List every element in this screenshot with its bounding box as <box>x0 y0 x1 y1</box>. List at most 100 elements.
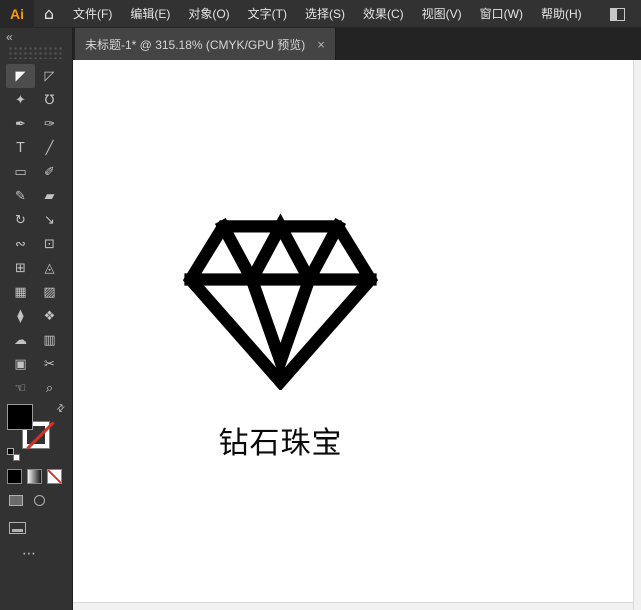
workspace-switcher-icon[interactable] <box>610 8 625 21</box>
line-segment-tool[interactable]: ╱ <box>35 136 64 160</box>
canvas-area[interactable]: 钻石珠宝 <box>73 60 633 602</box>
lasso-tool-icon: ℧ <box>44 92 55 108</box>
diamond-crown-facets <box>214 213 347 293</box>
mesh-tool[interactable]: ▦ <box>6 280 35 304</box>
slice-tool-icon: ✂ <box>44 356 55 372</box>
swap-fill-stroke-icon[interactable]: ⇄ <box>54 402 68 416</box>
magic-wand-tool[interactable]: ✦ <box>6 88 35 112</box>
gradient-tool-icon: ▨ <box>43 284 56 300</box>
color-button[interactable] <box>7 469 22 484</box>
illustrator-window: Ai ⌂ 文件(F) 编辑(E) 对象(O) 文字(T) 选择(S) 效果(C) 视图(V)… <box>0 0 641 610</box>
symbol-sprayer-tool-icon: ☁ <box>14 332 27 348</box>
pen-tool-icon: ✒ <box>15 116 26 132</box>
selection-tool[interactable]: ◤ <box>6 64 35 88</box>
line-segment-tool-icon: ╱ <box>45 140 54 156</box>
shaper-tool-icon: ✎ <box>15 188 26 204</box>
home-icon: ⌂ <box>43 4 55 23</box>
gradient-tool[interactable]: ▨ <box>35 280 64 304</box>
document-tab-label: 未标题-1* @ 315.18% (CMYK/GPU 预览) <box>85 37 306 52</box>
default-fill-icon <box>7 448 14 455</box>
tools-panel: « ◤ ◸ ✦ ℧ ✒ ✑ T ╱ ▭ ✐ ✎ ▰ ↻ ↘ ∾ ⊡ ⊞ ◬ ▦ ▨ ⧫ ❖ ☁ ▥ ▣ ✂ ☜ ⌕ ⇄ ⋯ <box>0 28 73 610</box>
home-button[interactable]: ⌂ <box>34 0 64 28</box>
scale-tool[interactable]: ↘ <box>35 208 64 232</box>
slice-tool[interactable]: ✂ <box>35 352 64 376</box>
collapse-panel-icon[interactable]: « <box>6 30 13 44</box>
paintbrush-tool-icon: ✐ <box>44 164 55 180</box>
change-screen-mode-button[interactable] <box>9 522 26 534</box>
magic-wand-tool-icon: ✦ <box>15 92 26 108</box>
rectangle-tool[interactable]: ▭ <box>6 160 35 184</box>
type-tool-icon: T <box>16 140 25 156</box>
diamond-logo-graphic[interactable] <box>178 210 383 390</box>
tab-close-icon[interactable]: × <box>317 38 325 51</box>
draw-normal-mode-icon[interactable] <box>9 495 23 506</box>
column-graph-tool[interactable]: ▥ <box>35 328 64 352</box>
shape-builder-tool[interactable]: ⊞ <box>6 256 35 280</box>
eraser-tool[interactable]: ▰ <box>35 184 64 208</box>
document-tabbar: 未标题-1* @ 315.18% (CMYK/GPU 预览) × <box>73 28 641 60</box>
menu-view[interactable]: 视图(V) <box>413 0 471 28</box>
type-tool[interactable]: T <box>6 136 35 160</box>
free-transform-tool[interactable]: ⊡ <box>35 232 64 256</box>
menu-object[interactable]: 对象(O) <box>179 0 238 28</box>
width-tool-icon: ∾ <box>15 236 26 252</box>
eyedropper-tool[interactable]: ⧫ <box>6 304 35 328</box>
menu-effect[interactable]: 效果(C) <box>354 0 413 28</box>
edit-toolbar-ellipsis[interactable]: ⋯ <box>22 546 36 562</box>
selection-tool-icon: ◤ <box>15 68 26 84</box>
none-button[interactable] <box>47 469 62 484</box>
paintbrush-tool[interactable]: ✐ <box>35 160 64 184</box>
color-mode-buttons <box>7 469 62 484</box>
tool-grid: ◤ ◸ ✦ ℧ ✒ ✑ T ╱ ▭ ✐ ✎ ▰ ↻ ↘ ∾ ⊡ ⊞ ◬ ▦ ▨ ⧫ ❖ ☁ ▥ ▣ ✂ ☜ ⌕ <box>6 64 64 400</box>
document-tab[interactable]: 未标题-1* @ 315.18% (CMYK/GPU 预览) × <box>75 28 336 60</box>
diamond-pavilion-facets <box>244 271 317 380</box>
menu-type[interactable]: 文字(T) <box>239 0 296 28</box>
zoom-tool-icon: ⌕ <box>45 380 54 396</box>
artboard-tool-icon: ▣ <box>14 356 27 372</box>
blend-tool-icon: ❖ <box>43 308 56 324</box>
logo-text[interactable]: 钻石珠宝 <box>168 418 393 462</box>
vertical-scrollbar[interactable] <box>633 60 641 610</box>
lasso-tool[interactable]: ℧ <box>35 88 64 112</box>
hand-tool-icon: ☜ <box>14 380 27 396</box>
drawing-mode-buttons <box>9 495 45 506</box>
rotate-tool[interactable]: ↻ <box>6 208 35 232</box>
symbol-sprayer-tool[interactable]: ☁ <box>6 328 35 352</box>
gradient-button[interactable] <box>27 469 42 484</box>
perspective-grid-tool[interactable]: ◬ <box>35 256 64 280</box>
rectangle-tool-icon: ▭ <box>14 164 27 180</box>
menu-help[interactable]: 帮助(H) <box>532 0 591 28</box>
default-fill-stroke-button[interactable] <box>7 448 20 461</box>
draw-inside-mode-icon[interactable] <box>34 495 45 506</box>
curvature-tool[interactable]: ✑ <box>35 112 64 136</box>
shaper-tool[interactable]: ✎ <box>6 184 35 208</box>
menu-items: 文件(F) 编辑(E) 对象(O) 文字(T) 选择(S) 效果(C) 视图(V) 窗口(W)… <box>64 0 591 27</box>
menu-edit[interactable]: 编辑(E) <box>121 0 179 28</box>
default-stroke-icon <box>13 454 20 461</box>
panel-drag-handle[interactable] <box>8 46 64 59</box>
free-transform-tool-icon: ⊡ <box>44 236 55 252</box>
menu-window[interactable]: 窗口(W) <box>471 0 532 28</box>
direct-selection-tool-icon: ◸ <box>44 68 55 84</box>
perspective-grid-tool-icon: ◬ <box>44 260 55 276</box>
zoom-tool[interactable]: ⌕ <box>35 376 64 400</box>
menubar: Ai ⌂ 文件(F) 编辑(E) 对象(O) 文字(T) 选择(S) 效果(C) 视图(V)… <box>0 0 641 28</box>
menu-file[interactable]: 文件(F) <box>64 0 121 28</box>
horizontal-scrollbar[interactable] <box>73 602 633 610</box>
hand-tool[interactable]: ☜ <box>6 376 35 400</box>
blend-tool[interactable]: ❖ <box>35 304 64 328</box>
direct-selection-tool[interactable]: ◸ <box>35 64 64 88</box>
mesh-tool-icon: ▦ <box>14 284 27 300</box>
pen-tool[interactable]: ✒ <box>6 112 35 136</box>
column-graph-tool-icon: ▥ <box>43 332 56 348</box>
rotate-tool-icon: ↻ <box>15 212 26 228</box>
width-tool[interactable]: ∾ <box>6 232 35 256</box>
color-swatches: ⇄ <box>7 402 68 462</box>
menu-select[interactable]: 选择(S) <box>296 0 354 28</box>
fill-color-swatch[interactable] <box>7 404 33 430</box>
scale-tool-icon: ↘ <box>44 212 55 228</box>
curvature-tool-icon: ✑ <box>44 116 55 132</box>
eraser-tool-icon: ▰ <box>44 188 55 204</box>
shape-builder-tool-icon: ⊞ <box>15 260 26 276</box>
artboard-tool[interactable]: ▣ <box>6 352 35 376</box>
